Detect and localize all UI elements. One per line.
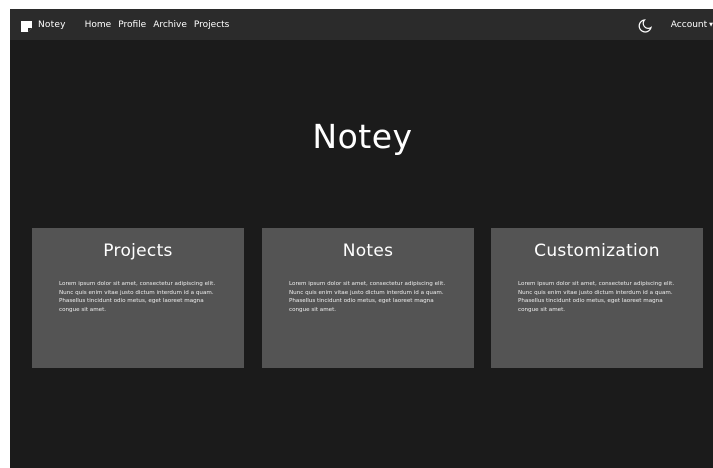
- nav-link-profile[interactable]: Profile: [118, 20, 146, 30]
- card-title: Projects: [103, 241, 173, 261]
- nav-link-projects[interactable]: Projects: [194, 20, 229, 30]
- note-icon: [20, 18, 33, 32]
- nav-links: Home Profile Archive Projects: [85, 20, 237, 30]
- card-description: Lorem ipsum dolor sit amet, consectetur …: [289, 281, 446, 313]
- navbar-right: Account ▼: [638, 9, 713, 40]
- caret-down-icon: ▼: [709, 21, 713, 28]
- account-dropdown[interactable]: Account ▼: [671, 20, 713, 30]
- brand-name: Notey: [38, 19, 66, 30]
- nav-link-home[interactable]: Home: [85, 20, 112, 30]
- top-navbar: Notey Home Profile Archive Projects Acco…: [10, 9, 713, 40]
- card-title: Customization: [534, 241, 660, 261]
- card-description: Lorem ipsum dolor sit amet, consectetur …: [59, 281, 216, 313]
- account-label: Account: [670, 19, 708, 30]
- brand-link[interactable]: Notey: [20, 18, 66, 32]
- moon-icon[interactable]: [638, 18, 652, 33]
- nav-link-archive[interactable]: Archive: [153, 20, 187, 30]
- feature-card-customization: Customization Lorem ipsum dolor sit amet…: [491, 228, 703, 368]
- app-frame: Notey Home Profile Archive Projects Acco…: [10, 9, 713, 468]
- card-description: Lorem ipsum dolor sit amet, consectetur …: [518, 281, 675, 313]
- feature-card-notes: Notes Lorem ipsum dolor sit amet, consec…: [262, 228, 474, 368]
- card-title: Notes: [342, 241, 394, 261]
- feature-card-projects: Projects Lorem ipsum dolor sit amet, con…: [32, 228, 244, 368]
- hero-title: Notey: [312, 117, 413, 156]
